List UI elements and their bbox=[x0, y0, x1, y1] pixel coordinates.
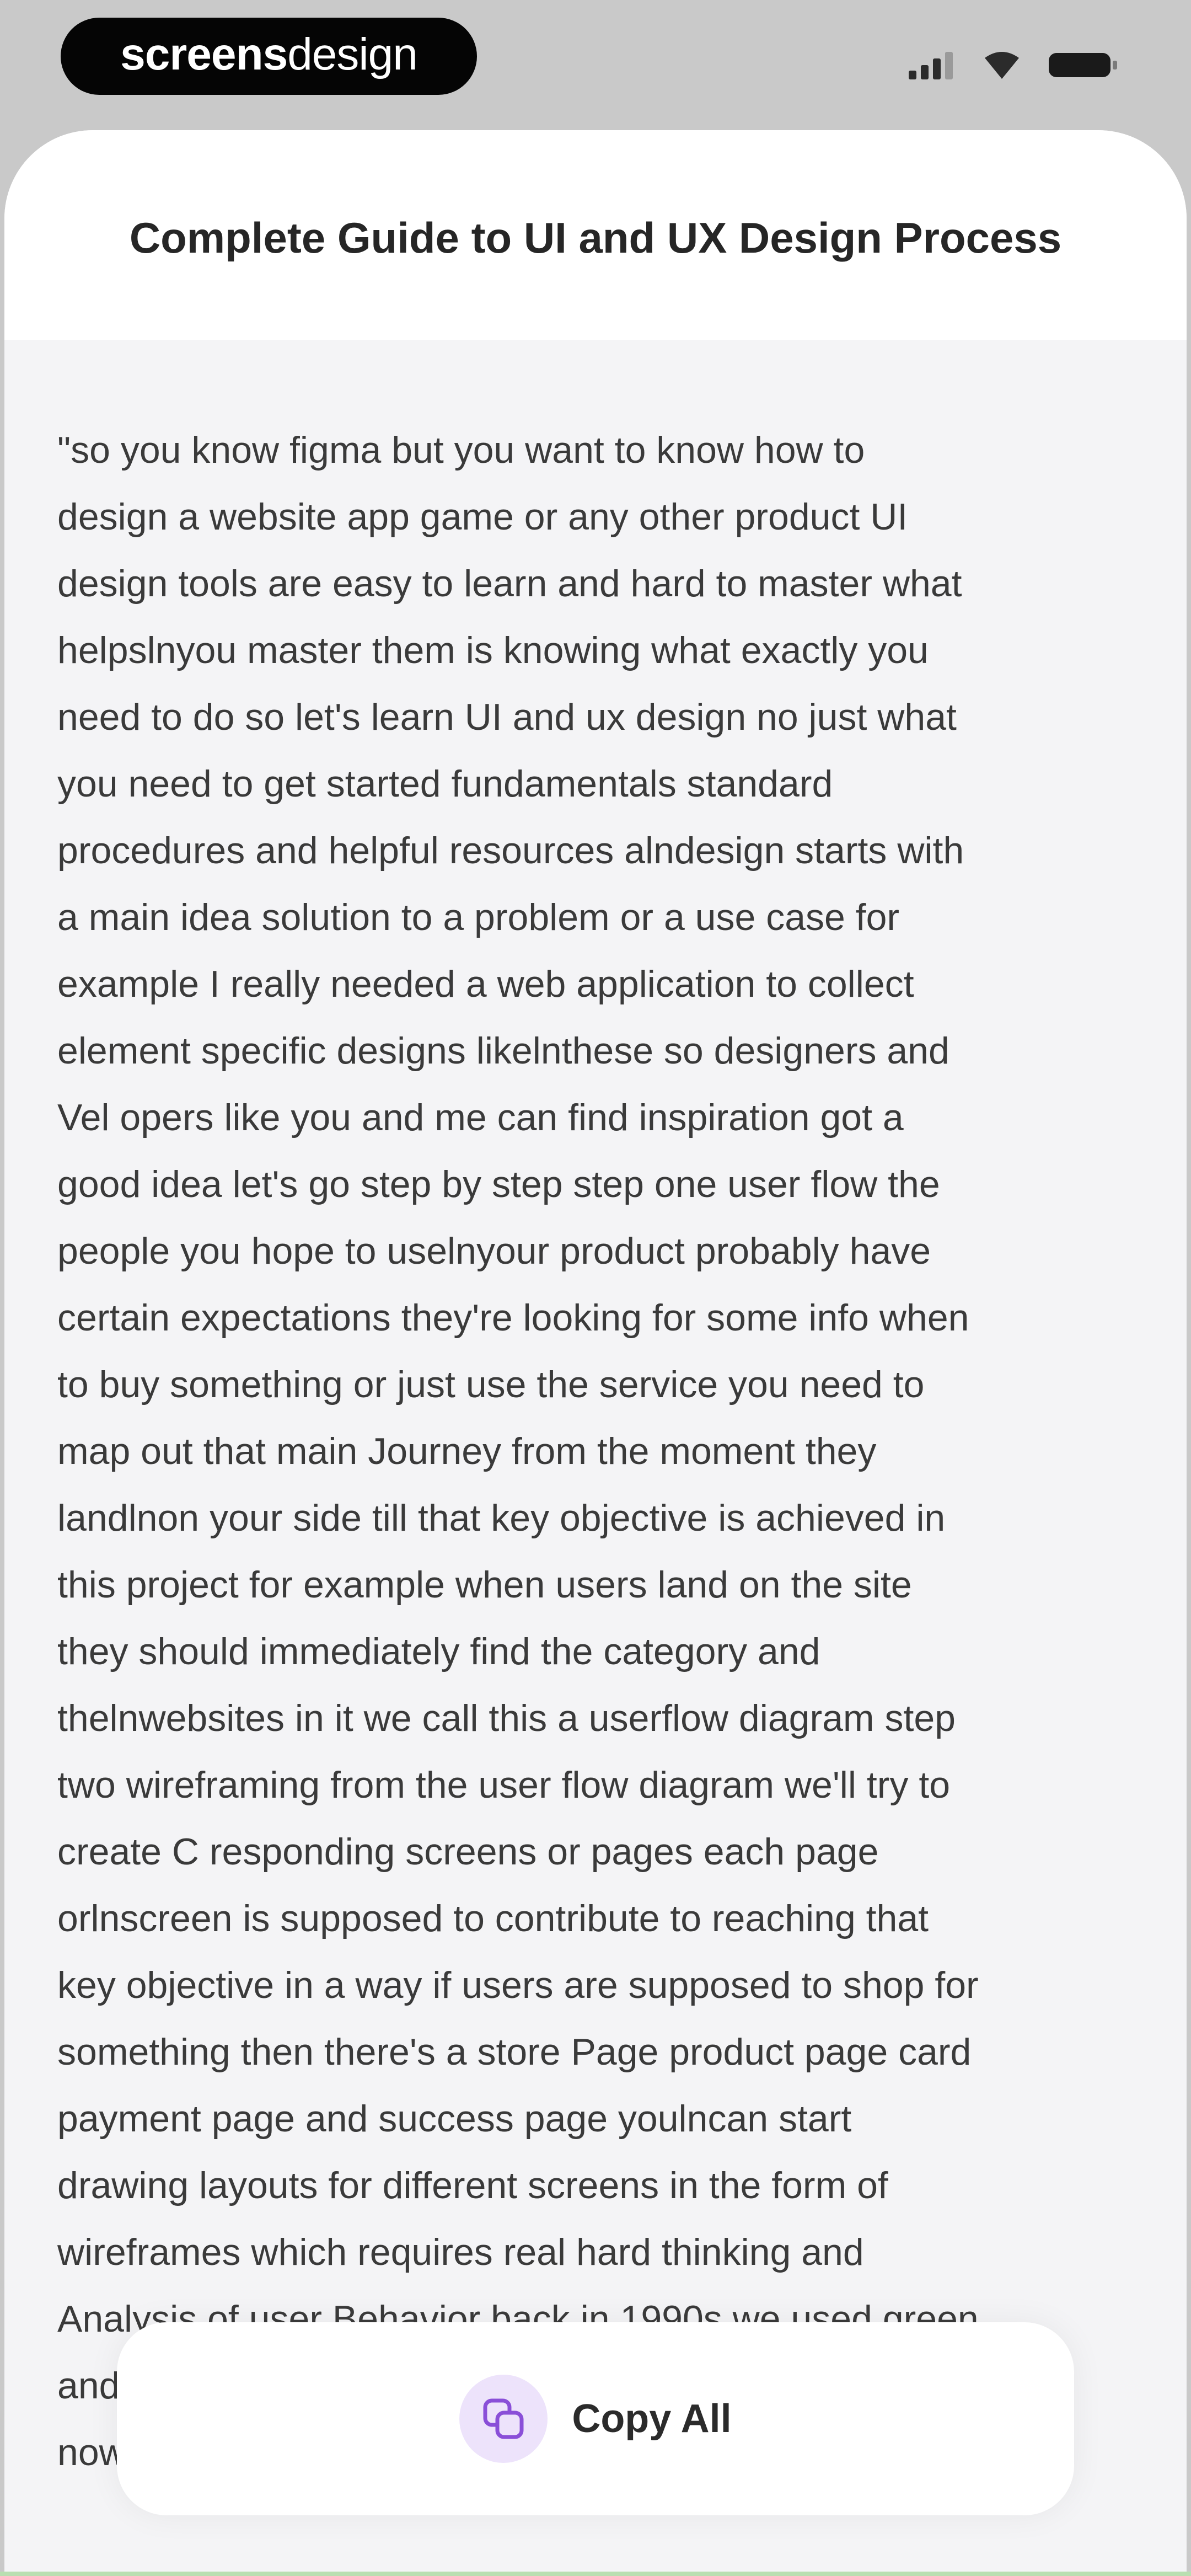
copy-all-button[interactable]: Copy All bbox=[117, 2322, 1074, 2515]
brand-logo-part-2: design bbox=[287, 29, 418, 79]
brand-logo: screens design bbox=[61, 18, 477, 95]
copy-icon-badge bbox=[459, 2375, 548, 2463]
status-bar: screens design bbox=[0, 0, 1191, 127]
transcript-sheet: Complete Guide to UI and UX Design Proce… bbox=[4, 130, 1187, 2576]
transcript-text: "so you know figma but you want to know … bbox=[57, 429, 979, 2473]
bottom-edge bbox=[0, 2572, 1191, 2576]
sheet-header: Complete Guide to UI and UX Design Proce… bbox=[4, 130, 1187, 340]
page-title: Complete Guide to UI and UX Design Proce… bbox=[129, 213, 1062, 262]
app-screen: screens design Complete Guide to UI and U… bbox=[0, 0, 1191, 2576]
battery-icon bbox=[1049, 53, 1117, 77]
copy-icon bbox=[483, 2398, 524, 2439]
signal-icon bbox=[909, 52, 953, 79]
status-icons bbox=[909, 49, 1119, 82]
wifi-icon bbox=[985, 52, 1019, 79]
copy-all-label: Copy All bbox=[572, 2397, 732, 2441]
brand-logo-part-1: screens bbox=[120, 29, 288, 79]
